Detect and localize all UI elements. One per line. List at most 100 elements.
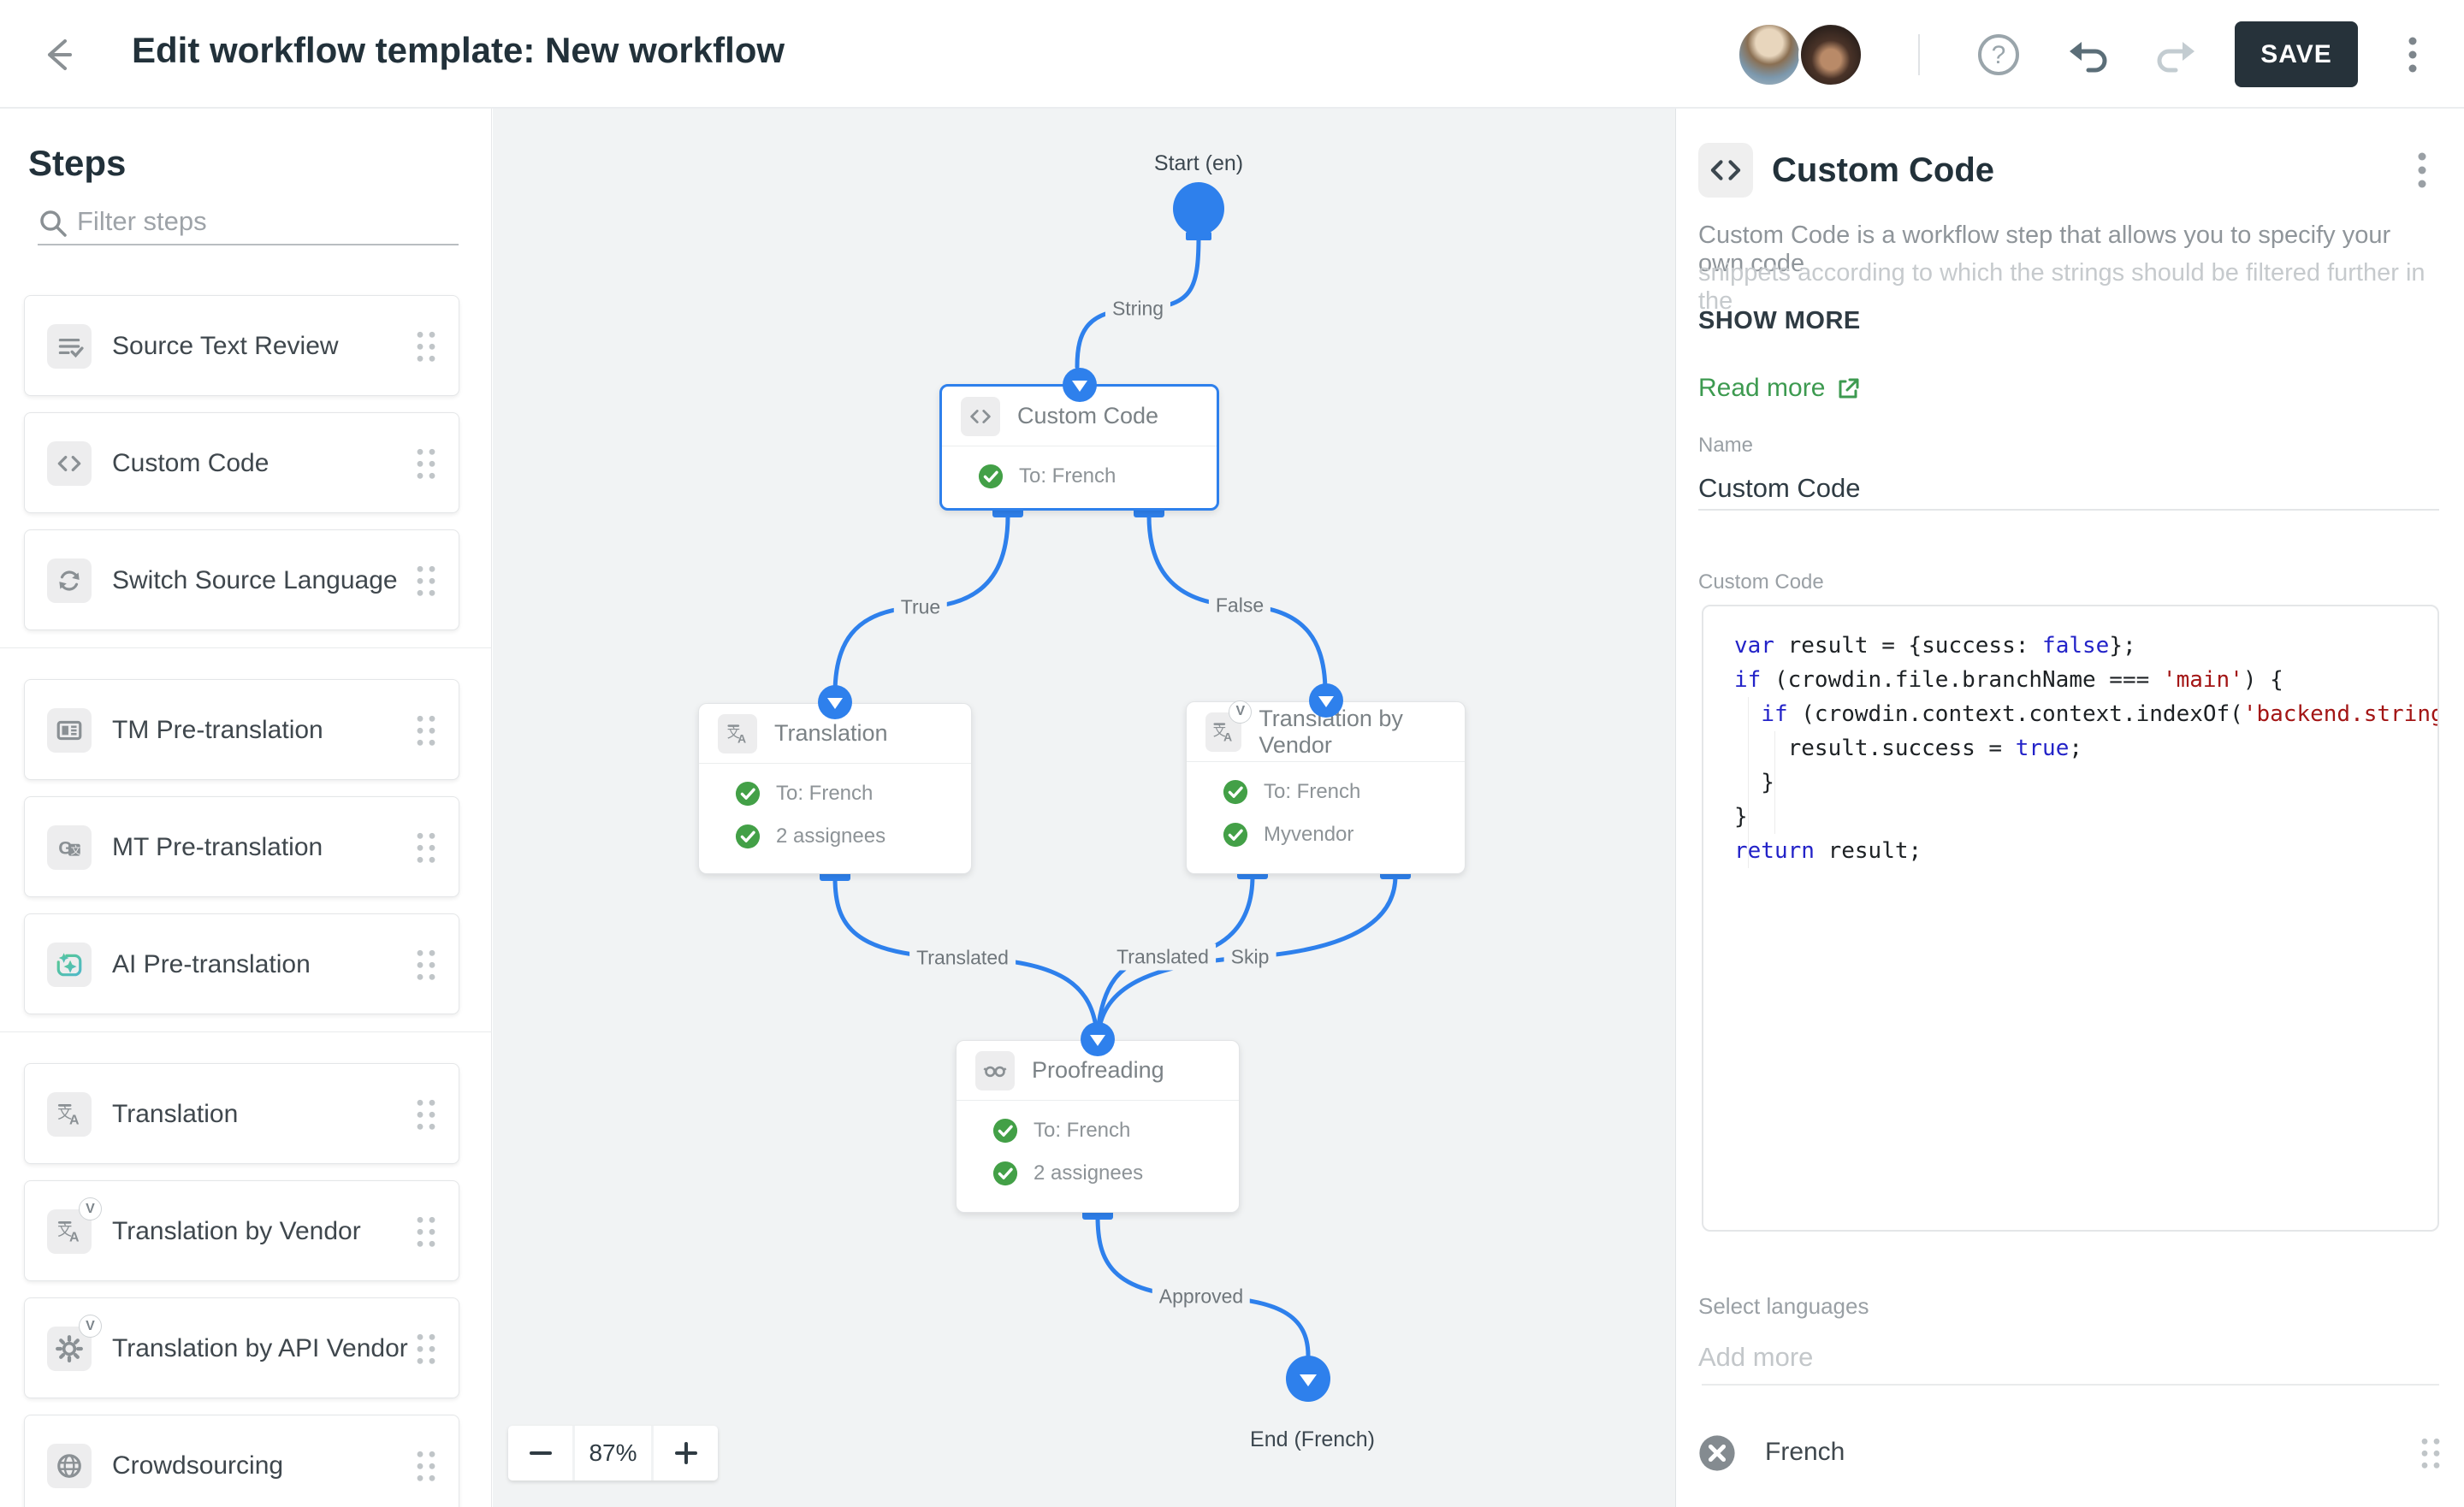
read-more-link[interactable]: Read more — [1698, 374, 1861, 403]
drag-handle-icon[interactable] — [2419, 1436, 2443, 1470]
save-button[interactable]: SAVE — [2235, 21, 2358, 87]
panel-kebab-menu-icon[interactable] — [2405, 146, 2439, 194]
code-line: if (crowdin.context.context.indexOf('bac… — [1734, 697, 2439, 731]
node-input-connector[interactable] — [1309, 683, 1343, 718]
svg-text:A: A — [69, 1114, 80, 1128]
search-icon — [38, 208, 68, 239]
step-card-label: AI Pre-translation — [112, 914, 311, 1015]
step-card-label: Switch Source Language — [112, 530, 398, 631]
workflow-canvas[interactable]: Start (en) End (French) String True Fals… — [493, 109, 1675, 1507]
drag-handle-icon[interactable] — [414, 830, 438, 865]
vendor-badge: V — [79, 1315, 102, 1338]
node-input-connector[interactable] — [1063, 368, 1097, 402]
step-card-translation[interactable]: 文A Translation — [24, 1063, 459, 1164]
step-card-crowdsourcing[interactable]: Crowdsourcing — [24, 1415, 459, 1507]
node-config-text: To: French — [1019, 464, 1116, 488]
workflow-node-custom-code[interactable]: Custom Code To: French — [939, 384, 1219, 511]
node-config-text: 2 assignees — [1034, 1161, 1143, 1185]
check-circle-icon — [735, 824, 761, 849]
node-config-row: To: French — [942, 455, 1217, 498]
end-node[interactable] — [1286, 1356, 1330, 1402]
switch-source-language-icon — [47, 558, 92, 603]
drag-handle-icon[interactable] — [414, 446, 438, 481]
step-card-ai-pre-translation[interactable]: AI Pre-translation — [24, 913, 459, 1014]
panel-title: Custom Code — [1772, 151, 1994, 190]
drag-handle-icon[interactable] — [414, 1214, 438, 1249]
name-field-label: Name — [1698, 434, 1753, 458]
custom-code-icon — [1698, 143, 1753, 198]
code-editor[interactable]: var result = {success: false};if (crowdi… — [1702, 605, 2439, 1232]
ai-pretranslation-icon — [47, 943, 92, 987]
check-circle-icon — [992, 1161, 1018, 1186]
step-card-switch-source-language[interactable]: Switch Source Language — [24, 529, 459, 630]
undo-icon[interactable] — [2064, 31, 2112, 79]
drag-handle-icon[interactable] — [414, 1097, 438, 1132]
name-input[interactable] — [1698, 468, 2439, 511]
node-title: Proofreading — [1032, 1057, 1164, 1084]
end-node-label: End (French) — [1250, 1427, 1375, 1452]
start-node[interactable] — [1173, 182, 1224, 235]
check-circle-icon — [992, 1118, 1018, 1144]
avatar[interactable] — [1798, 22, 1863, 87]
back-button[interactable] — [36, 33, 80, 77]
filter-steps-input[interactable] — [77, 203, 445, 240]
node-config-row: To: French — [1187, 771, 1465, 813]
step-card-label: Custom Code — [112, 413, 269, 514]
workflow-edges — [493, 109, 1675, 1507]
step-card-custom-code[interactable]: Custom Code — [24, 412, 459, 513]
node-config-text: To: French — [776, 782, 873, 806]
mt-pretranslation-icon: G文 — [47, 825, 92, 870]
start-node-tab — [1186, 232, 1211, 240]
drag-handle-icon[interactable] — [414, 1332, 438, 1366]
vendor-badge: V — [79, 1197, 102, 1220]
drag-handle-icon[interactable] — [414, 713, 438, 748]
step-card-translation-by-vendor[interactable]: 文A V Translation by Vendor — [24, 1180, 459, 1281]
step-card-label: TM Pre-translation — [112, 680, 323, 781]
zoom-in-button[interactable] — [654, 1426, 718, 1480]
svg-text:A: A — [737, 731, 746, 745]
add-language-input[interactable] — [1698, 1333, 2439, 1381]
code-line: result.success = true; — [1734, 731, 2439, 765]
node-input-connector[interactable] — [1081, 1022, 1115, 1056]
redo-icon[interactable] — [2152, 31, 2200, 79]
page-title: Edit workflow template: New workflow — [132, 30, 785, 71]
gear-icon: V — [47, 1327, 92, 1371]
tm-pretranslation-icon — [47, 708, 92, 753]
help-icon[interactable]: ? — [1975, 31, 2023, 79]
drag-handle-icon[interactable] — [414, 1449, 438, 1483]
workflow-node-proofreading[interactable]: Proofreading To: French 2 assignees — [956, 1040, 1240, 1213]
node-input-connector[interactable] — [818, 685, 852, 719]
translation-icon: 文A — [718, 714, 757, 754]
remove-language-icon[interactable] — [1698, 1434, 1736, 1472]
workflow-editor-app: Edit workflow template: New workflow ? S… — [0, 0, 2464, 1507]
code-field-label: Custom Code — [1698, 570, 1824, 594]
step-card-tm-pre-translation[interactable]: TM Pre-translation — [24, 679, 459, 780]
step-card-translation-by-api-vendor[interactable]: V Translation by API Vendor — [24, 1297, 459, 1398]
zoom-out-button[interactable] — [508, 1426, 572, 1480]
header-kebab-menu-icon[interactable] — [2392, 31, 2433, 79]
node-title: Translation — [774, 720, 888, 747]
drag-handle-icon[interactable] — [414, 329, 438, 363]
drag-handle-icon[interactable] — [414, 564, 438, 598]
custom-code-icon — [47, 441, 92, 486]
node-title: Custom Code — [1017, 403, 1158, 429]
filter-steps-field[interactable] — [38, 201, 459, 245]
header-divider — [1918, 34, 1920, 75]
step-card-source-text-review[interactable]: Source Text Review — [24, 295, 459, 396]
node-config-row: To: French — [699, 772, 971, 815]
sidebar-title: Steps — [28, 143, 126, 184]
avatar[interactable] — [1737, 22, 1802, 87]
show-more-link[interactable]: SHOW MORE — [1698, 307, 1861, 335]
code-line: if (crowdin.file.branchName === 'main') … — [1734, 663, 2439, 697]
workflow-node-translation-vendor[interactable]: 文A V Translation by Vendor To: French My… — [1186, 701, 1466, 874]
start-node-label: Start (en) — [1154, 151, 1243, 176]
workflow-node-translation[interactable]: 文A Translation To: French 2 assignees — [698, 703, 972, 874]
steps-sidebar: Steps Source Text Review Custom Code — [0, 109, 492, 1507]
language-row: French — [1676, 1415, 2464, 1491]
select-languages-label: Select languages — [1698, 1293, 1869, 1320]
step-card-label: MT Pre-translation — [112, 797, 323, 898]
drag-handle-icon[interactable] — [414, 948, 438, 982]
languages-divider — [1702, 1384, 2439, 1386]
step-detail-panel: Custom Code Custom Code is a workflow st… — [1675, 109, 2464, 1507]
step-card-mt-pre-translation[interactable]: G文 MT Pre-translation — [24, 796, 459, 897]
